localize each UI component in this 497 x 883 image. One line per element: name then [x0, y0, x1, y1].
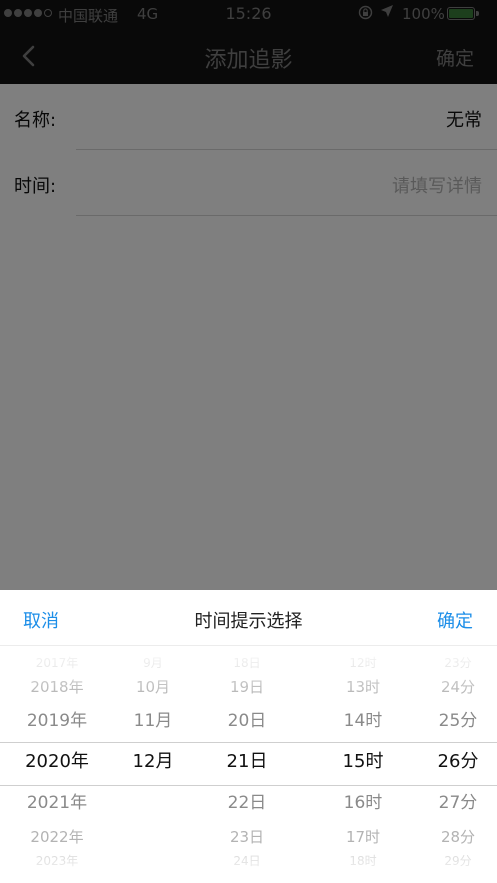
day-selected-option[interactable]: 21日 — [197, 751, 297, 773]
year-option[interactable]: 2021年 — [2, 792, 112, 814]
day-option[interactable]: 20日 — [197, 710, 297, 732]
minute-option[interactable]: 29分 — [418, 854, 497, 868]
year-option[interactable]: 2022年 — [2, 828, 112, 846]
year-option[interactable]: 2023年 — [2, 854, 112, 868]
hour-selected-option[interactable]: 15时 — [308, 751, 418, 773]
year-selected-option[interactable]: 2020年 — [2, 751, 112, 773]
wheel-hour[interactable]: 12时 13时 14时 15时 16时 17时 18时 — [308, 646, 418, 883]
day-option[interactable]: 24日 — [197, 854, 297, 868]
month-selected-option[interactable]: 12月 — [108, 751, 198, 773]
year-option[interactable]: 2017年 — [2, 656, 112, 670]
picker-header: 取消 时间提示选择 确定 — [0, 590, 497, 646]
wheel-day[interactable]: 18日 19日 20日 21日 22日 23日 24日 — [197, 646, 297, 883]
day-option[interactable]: 22日 — [197, 792, 297, 814]
month-option[interactable]: 10月 — [108, 678, 198, 696]
month-option[interactable]: 9月 — [108, 656, 198, 670]
day-option[interactable]: 23日 — [197, 828, 297, 846]
wheel-month[interactable]: 9月 10月 11月 12月 — [108, 646, 198, 883]
wheel-minute[interactable]: 23分 24分 25分 26分 27分 28分 29分 — [418, 646, 497, 883]
time-picker-sheet: 取消 时间提示选择 确定 2017年 2018年 2019年 2020年 2021年 20… — [0, 590, 497, 883]
year-option[interactable]: 2019年 — [2, 710, 112, 732]
modal-overlay[interactable] — [0, 0, 497, 590]
hour-option[interactable]: 18时 — [308, 854, 418, 868]
app-screen: 中国联通 4G 15:26 100% 添加追影 确定 — [0, 0, 497, 883]
minute-option[interactable]: 28分 — [418, 828, 497, 846]
wheel-year[interactable]: 2017年 2018年 2019年 2020年 2021年 2022年 2023年 — [2, 646, 112, 883]
hour-option[interactable]: 12时 — [308, 656, 418, 670]
hour-option[interactable]: 13时 — [308, 678, 418, 696]
minute-option[interactable]: 27分 — [418, 792, 497, 814]
minute-option[interactable]: 23分 — [418, 656, 497, 670]
year-option[interactable]: 2018年 — [2, 678, 112, 696]
day-option[interactable]: 18日 — [197, 656, 297, 670]
day-option[interactable]: 19日 — [197, 678, 297, 696]
hour-option[interactable]: 16时 — [308, 792, 418, 814]
picker-confirm-button[interactable]: 确定 — [437, 607, 473, 633]
picker-wheels[interactable]: 2017年 2018年 2019年 2020年 2021年 2022年 2023年 9月 10月… — [0, 646, 497, 883]
hour-option[interactable]: 14时 — [308, 710, 418, 732]
hour-option[interactable]: 17时 — [308, 828, 418, 846]
minute-option[interactable]: 24分 — [418, 678, 497, 696]
minute-option[interactable]: 25分 — [418, 710, 497, 732]
minute-selected-option[interactable]: 26分 — [418, 751, 497, 773]
month-option[interactable]: 11月 — [108, 710, 198, 732]
picker-title: 时间提示选择 — [194, 611, 303, 632]
